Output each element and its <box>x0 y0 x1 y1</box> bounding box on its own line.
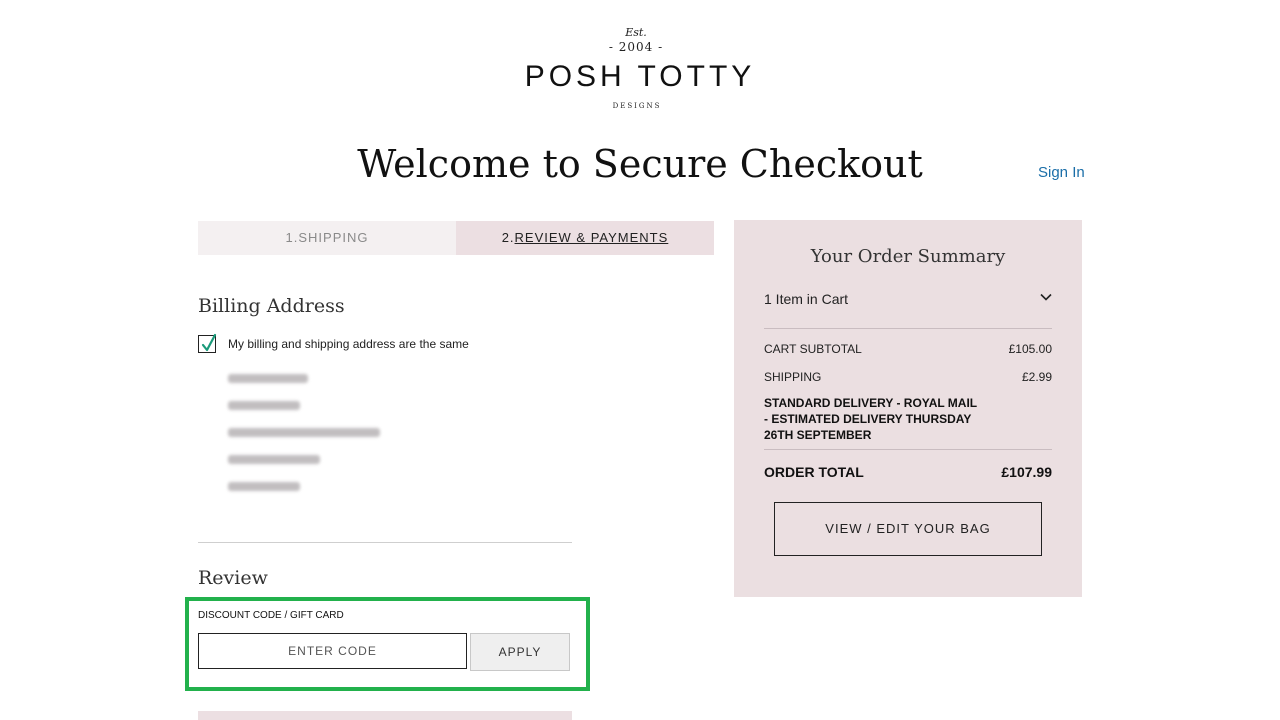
step-review-num: 2. <box>501 230 515 245</box>
delivery-method: STANDARD DELIVERY - ROYAL MAIL - ESTIMAT… <box>764 395 1004 443</box>
address-line-blurred <box>228 455 320 464</box>
chevron-down-icon[interactable] <box>1039 290 1053 304</box>
step-shipping[interactable]: 1.SHIPPING <box>198 221 456 255</box>
brand-logo[interactable]: POSH TOTTY <box>0 60 1280 94</box>
address-line-blurred <box>228 401 300 410</box>
discount-code-input[interactable] <box>198 633 467 669</box>
step-shipping-num: 1. <box>285 230 299 245</box>
order-total-label: ORDER TOTAL <box>764 464 864 480</box>
same-address-label: My billing and shipping address are the … <box>228 337 469 351</box>
view-edit-bag-button[interactable]: VIEW / EDIT YOUR BAG <box>774 502 1042 556</box>
order-total-value: £107.99 <box>1001 464 1052 480</box>
logo-year: - 2004 - <box>608 40 664 54</box>
page-title: Welcome to Secure Checkout <box>357 142 923 186</box>
address-line-blurred <box>228 428 380 437</box>
discount-code-label: DISCOUNT CODE / GIFT CARD <box>198 610 344 621</box>
step-shipping-label: SHIPPING <box>298 230 369 245</box>
sign-in-link[interactable]: Sign In <box>1038 164 1085 181</box>
shipping-value: £2.99 <box>1021 370 1052 384</box>
cart-subtotal-label: CART SUBTOTAL <box>764 342 862 356</box>
summary-divider <box>764 328 1052 329</box>
address-line-blurred <box>228 374 308 383</box>
address-line-blurred <box>228 482 300 491</box>
shipping-label: SHIPPING <box>764 370 822 384</box>
order-summary-title: Your Order Summary <box>810 246 1006 267</box>
summary-divider <box>764 449 1052 450</box>
payment-section-strip <box>198 711 572 720</box>
step-review-label: REVIEW & PAYMENTS <box>514 230 669 245</box>
review-heading: Review <box>198 567 268 589</box>
checkmark-icon <box>201 333 217 352</box>
step-review-payments[interactable]: 2.REVIEW & PAYMENTS <box>456 221 714 255</box>
delivery-line: - ESTIMATED DELIVERY THURSDAY <box>764 412 972 426</box>
logo-est: Est. <box>625 26 647 39</box>
delivery-line: 26TH SEPTEMBER <box>764 428 872 442</box>
billing-address-heading: Billing Address <box>198 295 345 317</box>
apply-button[interactable]: APPLY <box>470 633 570 671</box>
section-divider <box>198 542 572 543</box>
same-address-checkbox[interactable] <box>198 333 217 353</box>
delivery-line: STANDARD DELIVERY - ROYAL MAIL <box>764 396 978 410</box>
cart-subtotal-value: £105.00 <box>1008 342 1052 356</box>
logo-subtitle: DESIGNS <box>612 102 662 110</box>
items-in-cart-toggle[interactable]: 1 Item in Cart <box>764 291 848 307</box>
order-summary-panel: Your Order Summary 1 Item in Cart CART S… <box>734 220 1082 597</box>
